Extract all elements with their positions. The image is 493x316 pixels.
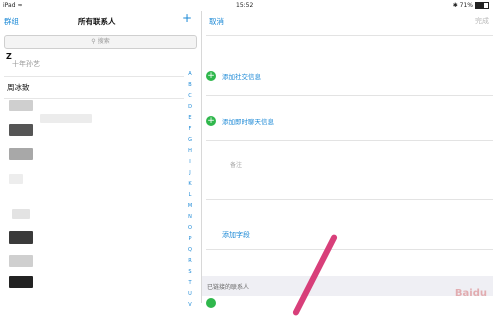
index-letter[interactable]: A [185,69,195,80]
edit-nav-bar: 取消 完成 [202,11,493,31]
index-letter[interactable]: M [185,201,195,212]
index-letter[interactable]: R [185,256,195,267]
blurred-contact[interactable] [9,174,23,184]
blurred-contact[interactable] [9,276,33,288]
status-time: 15:52 [236,2,254,9]
blurred-contact[interactable] [9,231,33,244]
index-letter[interactable]: F [185,124,195,135]
divider [206,249,493,250]
done-button[interactable]: 完成 [475,16,489,26]
divider [206,95,493,96]
index-letter[interactable]: U [185,289,195,300]
contact-edit-pane: 取消 完成 + 添加社交信息 + 添加即时聊天信息 备注 添加字段 已链接的联系… [202,11,493,308]
index-letter[interactable]: H [185,146,195,157]
groups-button[interactable]: 群组 [4,16,19,27]
index-letter[interactable]: G [185,135,195,146]
index-letter[interactable]: N [185,212,195,223]
index-letter[interactable]: B [185,80,195,91]
add-field-button[interactable]: 添加字段 [222,230,250,240]
search-icon: ⚲ [91,38,96,45]
blurred-contact[interactable] [9,148,33,160]
contacts-list-pane: 群组 所有联系人 + ⚲ 搜索 十年孙艺 Z 周冰致 A B C D E F G … [0,11,201,308]
blurred-contact[interactable] [9,100,33,111]
contacts-title: 所有联系人 [78,17,116,26]
index-letter[interactable]: K [185,179,195,190]
index-letter[interactable]: P [185,234,195,245]
section-index[interactable]: A B C D E F G H I J K L M N O P Q R S T … [185,69,195,311]
index-letter[interactable]: T [185,278,195,289]
battery-icon [475,2,489,9]
wifi-icon: ≈ [17,2,23,9]
add-instant-message-row[interactable]: + 添加即时聊天信息 [202,108,493,134]
linked-contacts-header: 已链接的联系人 [202,276,493,296]
list-item[interactable]: 十年孙艺 [12,59,40,69]
add-social-profile-label: 添加社交信息 [222,73,261,81]
divider [206,199,493,200]
cancel-button[interactable]: 取消 [209,16,224,27]
blurred-contact[interactable] [12,209,30,219]
divider [4,76,184,77]
index-letter[interactable]: E [185,113,195,124]
blurred-contact[interactable] [9,255,33,267]
add-social-profile-row[interactable]: + 添加社交信息 [202,63,493,89]
divider [4,98,184,99]
index-letter[interactable]: S [185,267,195,278]
index-letter[interactable]: D [185,102,195,113]
index-letter[interactable]: J [185,168,195,179]
add-circle-icon[interactable]: + [206,71,216,81]
bluetooth-icon: ✱ [452,2,458,9]
linked-contacts-label: 已链接的联系人 [207,284,250,291]
index-letter[interactable]: I [185,157,195,168]
add-circle-icon[interactable] [206,298,216,308]
list-item[interactable]: 周冰致 [7,82,30,93]
carrier-label: iPad ≈ [3,2,23,9]
contacts-nav-bar: 群组 所有联系人 + [0,11,201,33]
index-letter[interactable]: L [185,190,195,201]
divider [206,35,493,36]
divider [206,140,493,141]
index-letter[interactable]: Q [185,245,195,256]
index-letter[interactable]: V [185,300,195,311]
battery-status: ✱ 71% [453,2,489,9]
notes-field[interactable]: 备注 [230,160,242,169]
index-letter[interactable]: O [185,223,195,234]
index-letter[interactable]: C [185,91,195,102]
add-circle-icon[interactable]: + [206,116,216,126]
section-header: Z [6,52,12,61]
watermark-logo: Baidu [454,288,487,299]
add-instant-message-label: 添加即时聊天信息 [222,118,274,126]
status-bar: iPad ≈ 15:52 ✱ 71% [0,0,493,11]
blurred-contact[interactable] [40,114,92,123]
blurred-contact[interactable] [9,124,33,136]
add-contact-button[interactable]: + [182,11,192,25]
search-input[interactable]: ⚲ 搜索 [4,35,197,49]
